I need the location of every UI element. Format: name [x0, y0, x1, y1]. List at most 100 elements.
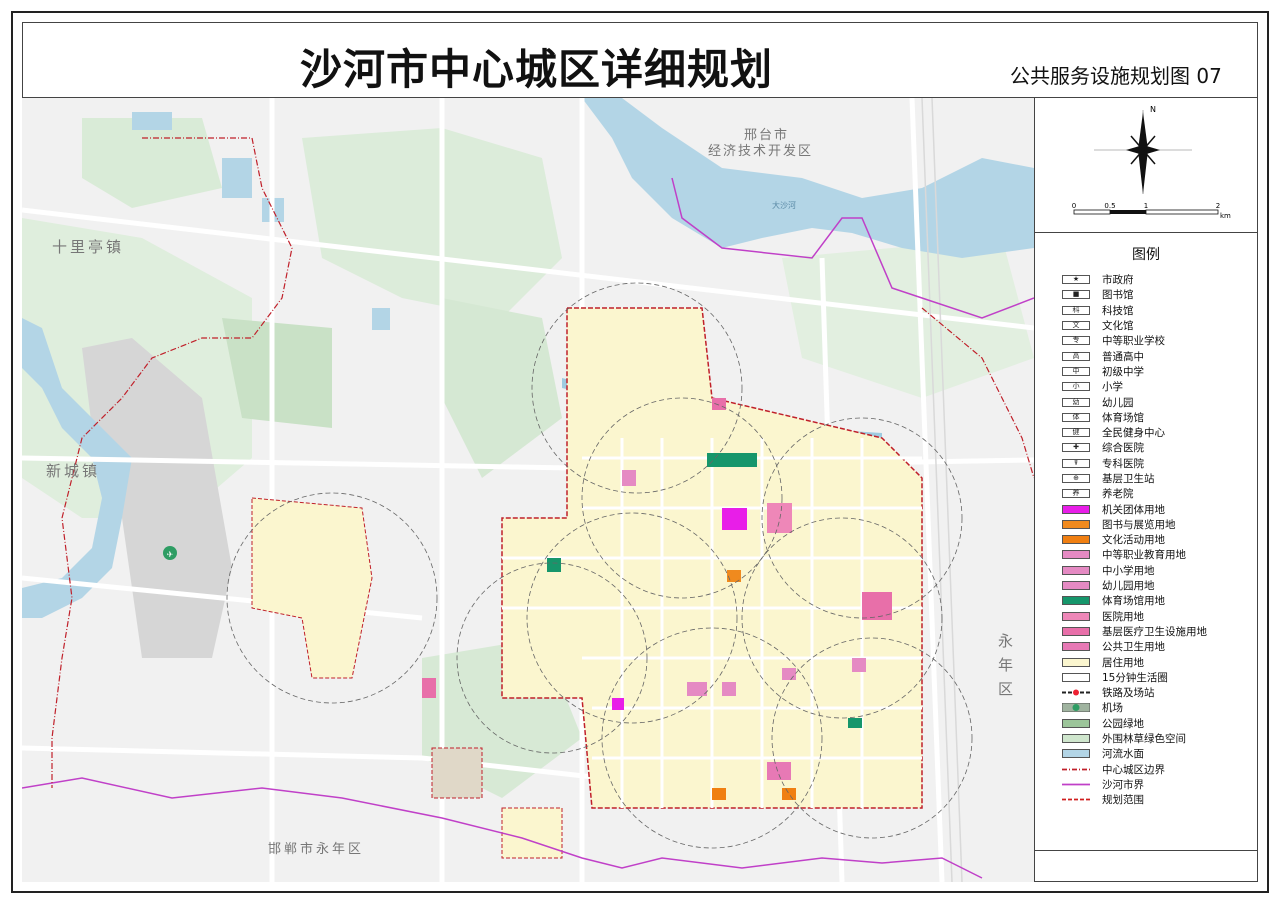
legend-swatch: [1061, 702, 1091, 713]
legend-swatch: [1062, 565, 1090, 575]
school-land: [852, 658, 866, 672]
legend-label: 体育场馆用地: [1102, 595, 1165, 608]
sports-venue-land: [707, 453, 757, 467]
legend-item: 图书与展览用地: [1062, 517, 1207, 532]
map-canvas[interactable]: ✈ 邢台市 经济技术开发区 十里亭镇 新城镇 邯郸市永年区 永 年 区 大沙河: [22, 98, 1035, 882]
legend-item: 医院用地: [1062, 609, 1207, 624]
legend-swatch: 中: [1062, 366, 1090, 376]
legend-swatch: [1062, 535, 1090, 545]
legend-list: ★ 市政府 ■ 图书馆科科技馆文文化馆专中等职业学校高普通高中中初级中学小小学幼幼儿园…: [1061, 272, 1207, 807]
legend-label: 基层卫生站: [1102, 473, 1155, 485]
label-yongnian-2: 年: [998, 656, 1014, 674]
legend-swatch: ⊕: [1062, 474, 1090, 483]
residential-area: [501, 807, 563, 859]
legend-item: 文化活动用地: [1062, 532, 1207, 547]
legend-swatch: 幼: [1062, 397, 1090, 407]
scale-label-2: 2: [1216, 202, 1220, 210]
legend-item: 沙河市界: [1062, 777, 1207, 792]
label-yongnian-3: 区: [998, 680, 1014, 698]
legend-label: 养老院: [1102, 488, 1134, 501]
culture-land: [712, 788, 726, 800]
legend-item: ✚ 综合医院: [1062, 440, 1207, 455]
legend-swatch: [1062, 626, 1090, 636]
footer-box: [1034, 850, 1258, 883]
legend-label: 图书与展览用地: [1102, 518, 1176, 531]
legend-item: 幼 幼儿园: [1062, 394, 1207, 409]
legend-label: 综合医院: [1102, 442, 1144, 455]
legend-label: 规划范围: [1102, 794, 1144, 807]
legend-item: 体育场馆用地: [1062, 593, 1207, 608]
scale-label-0: 0: [1072, 202, 1076, 210]
legend-swatch: [1062, 581, 1090, 591]
school-land: [722, 682, 736, 696]
label-xincheng: 新城镇: [46, 462, 101, 480]
legend-item: 小 小学: [1062, 379, 1207, 394]
legend-swatch: [1062, 519, 1090, 529]
legend-label: 文化馆: [1102, 320, 1134, 333]
scale-label-05: 0.5: [1104, 202, 1115, 210]
label-shilimiao: 十里亭镇: [52, 238, 125, 256]
compass-north-label: N: [1150, 105, 1156, 114]
legend-swatch: 养: [1062, 489, 1090, 499]
culture-land: [782, 788, 796, 800]
school-land: [687, 682, 707, 696]
legend-swatch: ☤: [1062, 458, 1090, 468]
compass-svg: 0 0.5 1 2 km N: [1072, 105, 1231, 220]
pond: [222, 158, 252, 198]
legend-label: 体育场馆: [1102, 411, 1144, 424]
legend-item: 外围林草绿色空间: [1062, 731, 1207, 746]
map-title: 沙河市中心城区详细规划: [300, 45, 774, 94]
label-river: 大沙河: [772, 201, 796, 210]
legend-label: 全民健身中心: [1102, 427, 1165, 440]
svg-text:✈: ✈: [167, 550, 174, 559]
legend-label: 外围林草绿色空间: [1102, 733, 1186, 746]
legend-label: 中等职业教育用地: [1102, 549, 1186, 562]
legend-title: 图例: [1132, 247, 1160, 263]
side-panel: 0 0.5 1 2 km N 图例 ★ 市政府 ■ 图书馆科 科技馆文 文化馆专 中等职业学…: [1034, 98, 1258, 882]
health-facility-land: [422, 678, 436, 698]
legend-item: 养 养老院: [1062, 486, 1207, 501]
label-handan: 邯郸市永年区: [268, 842, 365, 857]
legend-item: 中等职业教育用地: [1062, 547, 1207, 562]
sports-venue-land: [848, 718, 862, 728]
hospital-land: [767, 503, 792, 533]
legend-item: 科 科技馆: [1062, 303, 1207, 318]
legend-swatch: 小: [1062, 382, 1090, 392]
legend-label: 沙河市界: [1102, 778, 1144, 791]
legend-swatch: [1062, 596, 1090, 606]
legend-item: ⊕ 基层卫生站: [1062, 471, 1207, 486]
legend-label: 初级中学: [1102, 365, 1144, 378]
legend-swatch: ★: [1062, 275, 1090, 285]
legend-swatch: [1062, 657, 1090, 667]
government-land: [722, 508, 747, 530]
legend-swatch: [1062, 504, 1090, 514]
compass-box: 0 0.5 1 2 km N: [1034, 98, 1258, 233]
legend-label: 铁路及场站: [1102, 687, 1155, 700]
legend-item: ■ 图书馆: [1062, 287, 1207, 302]
legend-item: 公园绿地: [1062, 716, 1207, 731]
legend-swatch: 健: [1062, 428, 1090, 438]
pond: [372, 308, 390, 330]
scale-label-1: 1: [1144, 202, 1148, 210]
legend-label: 机关团体用地: [1102, 503, 1165, 516]
legend-label: 医院用地: [1102, 610, 1144, 623]
legend-item: 中小学用地: [1062, 563, 1207, 578]
school-land: [782, 668, 796, 680]
health-facility-land: [862, 592, 892, 620]
pond: [132, 112, 172, 130]
legend-swatch: ■: [1062, 290, 1090, 300]
legend-item: ★ 市政府: [1062, 272, 1207, 287]
legend-label: 专科医院: [1102, 457, 1144, 470]
legend-swatch: [1062, 550, 1090, 560]
government-land: [612, 698, 624, 710]
legend-label: 居住用地: [1102, 656, 1144, 669]
legend-item: 高 普通高中: [1062, 348, 1207, 363]
legend-swatch: [1062, 780, 1090, 789]
legend-item: 体 体育场馆: [1062, 410, 1207, 425]
legend-item: 机场: [1061, 700, 1207, 715]
legend-label: 中心城区边界: [1102, 763, 1165, 776]
legend-item: 专 中等职业学校: [1062, 333, 1207, 348]
legend-item: 中心城区边界: [1062, 762, 1207, 777]
legend-item: 河流水面: [1062, 746, 1207, 761]
legend-label: 普通高中: [1102, 350, 1144, 363]
